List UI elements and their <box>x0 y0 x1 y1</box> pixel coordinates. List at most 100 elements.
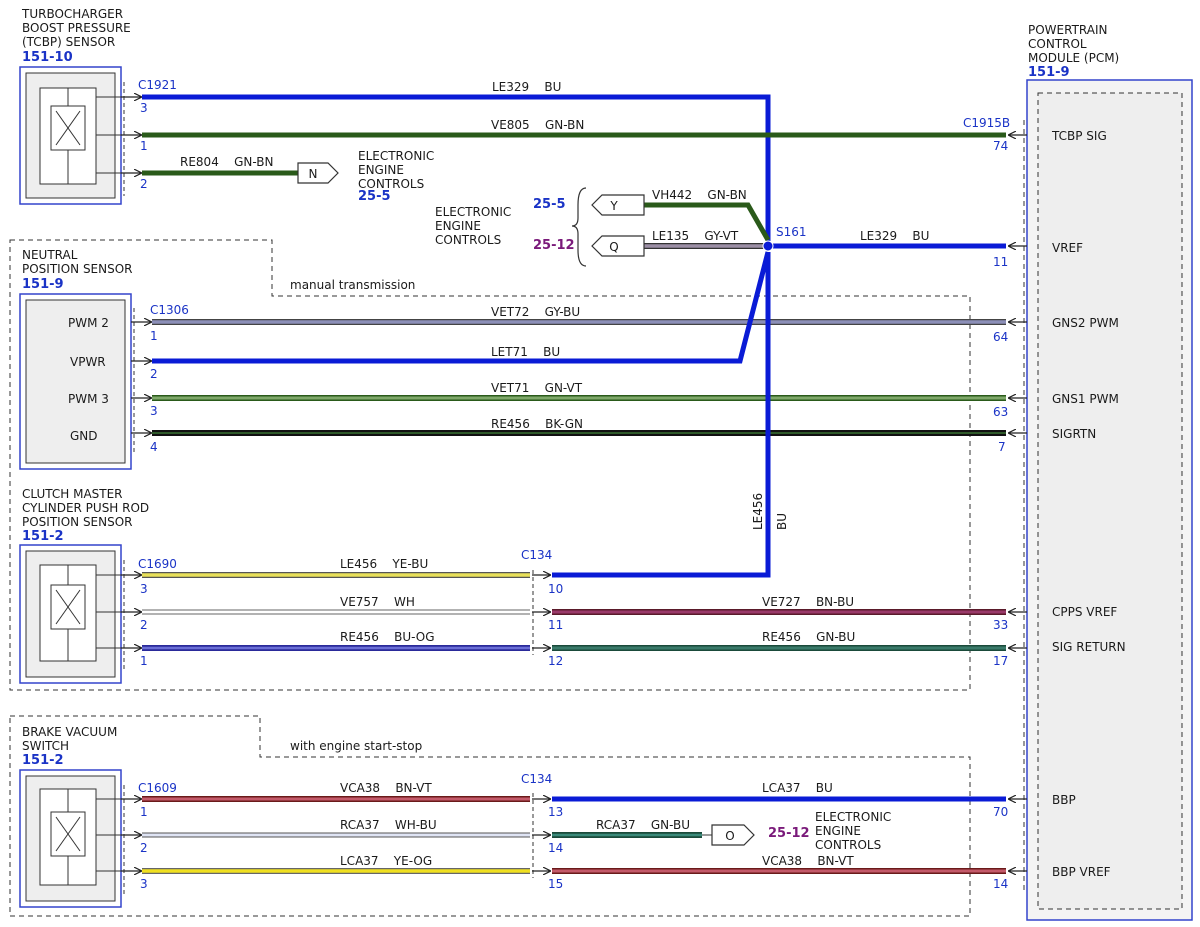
pcm-connector: C1915B <box>963 116 1010 130</box>
svg-text:15: 15 <box>548 877 563 891</box>
eec-label-3: 25-12 ELECTRONIC ENGINE CONTROLS <box>768 810 891 852</box>
pin-numbers: 3 1 2 74 11 1 2 3 4 64 63 7 3 2 1 10 11 … <box>140 101 1008 891</box>
cmc-name-1: CLUTCH MASTER <box>22 487 123 501</box>
svg-text:1: 1 <box>140 654 148 668</box>
nps-connector: C1306 <box>150 303 189 317</box>
svg-text:25-5: 25-5 <box>358 189 391 204</box>
svg-text:4: 4 <box>150 440 158 454</box>
pcm-pin-bbp: BBP <box>1052 793 1076 807</box>
svg-text:BU: BU <box>775 513 789 530</box>
brake-vacuum-switch: BRAKE VACUUM SWITCH 151-2 C1609 <box>19 725 177 908</box>
splice-label: S161 <box>776 225 807 239</box>
svg-text:CONTROLS: CONTROLS <box>815 838 881 852</box>
svg-text:63: 63 <box>993 405 1008 419</box>
pcm-pin-gns2-pwm: GNS2 PWM <box>1052 316 1119 330</box>
svg-text:10: 10 <box>548 582 563 596</box>
svg-text:ELECTRONIC: ELECTRONIC <box>815 810 891 824</box>
pcm-name-2: CONTROL <box>1028 37 1087 51</box>
svg-text:ENGINE: ENGINE <box>358 163 404 177</box>
svg-text:64: 64 <box>993 330 1008 344</box>
pcm-name-3: MODULE (PCM) <box>1028 51 1119 65</box>
tcbp-name-1: TURBOCHARGER <box>21 7 123 21</box>
svg-text:LE456 YE-BU: LE456 YE-BU <box>340 557 428 571</box>
splice-s161 <box>762 240 774 252</box>
nps-pin-vpwr: VPWR <box>70 355 106 369</box>
svg-text:RE456 BK-GN: RE456 BK-GN <box>491 417 583 431</box>
cmc-ref: 151-2 <box>22 529 64 544</box>
svg-text:LE329 BU: LE329 BU <box>492 80 561 94</box>
svg-text:ENGINE: ENGINE <box>815 824 861 838</box>
eec-label-2: ELECTRONIC ENGINE CONTROLS 25-5 25-12 <box>435 197 575 253</box>
svg-text:VE805 GN-BN: VE805 GN-BN <box>491 118 584 132</box>
svg-text:O: O <box>725 829 734 843</box>
svg-text:11: 11 <box>993 255 1008 269</box>
brace <box>571 187 587 267</box>
svg-text:LE135 GY-VT: LE135 GY-VT <box>652 229 739 243</box>
pcm-name-1: POWERTRAIN <box>1028 23 1108 37</box>
svg-text:N: N <box>309 167 318 181</box>
svg-text:2: 2 <box>140 618 148 632</box>
svg-text:14: 14 <box>548 841 563 855</box>
pcm-pin-vref: VREF <box>1052 241 1083 255</box>
cmc-name-3: POSITION SENSOR <box>22 515 133 529</box>
svg-text:LCA37 BU: LCA37 BU <box>762 781 833 795</box>
wiring-diagram: manual transmission with engine start-st… <box>9 7 1193 921</box>
nps-pin-gnd: GND <box>70 429 98 443</box>
svg-text:VCA38 BN-VT: VCA38 BN-VT <box>762 854 854 868</box>
svg-text:LET71 BU: LET71 BU <box>491 345 560 359</box>
svg-text:1: 1 <box>140 805 148 819</box>
bvs-name-1: BRAKE VACUUM <box>22 725 117 739</box>
svg-text:70: 70 <box>993 805 1008 819</box>
flag-q: Q <box>591 235 645 257</box>
svg-text:VE757 WH: VE757 WH <box>340 595 415 609</box>
start-stop-label: with engine start-stop <box>290 739 422 753</box>
nps-name-2: POSITION SENSOR <box>22 262 133 276</box>
svg-text:14: 14 <box>993 877 1008 891</box>
svg-text:1: 1 <box>140 139 148 153</box>
svg-text:2: 2 <box>140 177 148 191</box>
svg-text:25-12: 25-12 <box>533 238 575 253</box>
flag-n: N <box>297 162 339 184</box>
svg-text:VET72 GY-BU: VET72 GY-BU <box>491 305 580 319</box>
svg-text:LCA37 YE-OG: LCA37 YE-OG <box>340 854 432 868</box>
tcbp-name-3: (TCBP) SENSOR <box>22 35 115 49</box>
pcm-ref: 151-9 <box>1028 65 1070 80</box>
bvs-connector: C1609 <box>138 781 177 795</box>
svg-text:7: 7 <box>998 440 1006 454</box>
svg-text:ENGINE: ENGINE <box>435 219 481 233</box>
pcm-module: POWERTRAIN CONTROL MODULE (PCM) 151-9 C1… <box>963 23 1193 921</box>
pcm-pin-cpps-vref: CPPS VREF <box>1052 605 1117 619</box>
svg-text:Y: Y <box>609 199 618 213</box>
svg-text:RE456 BU-OG: RE456 BU-OG <box>340 630 435 644</box>
svg-text:33: 33 <box>993 618 1008 632</box>
pcm-pin-sig-return: SIG RETURN <box>1052 640 1126 654</box>
svg-text:3: 3 <box>140 101 148 115</box>
wire-let71 <box>152 251 771 364</box>
pcm-pin-bbp-vref: BBP VREF <box>1052 865 1111 879</box>
svg-text:RE804 GN-BN: RE804 GN-BN <box>180 155 273 169</box>
svg-text:Q: Q <box>609 240 618 254</box>
bvs-ref: 151-2 <box>22 753 64 768</box>
svg-text:ELECTRONIC: ELECTRONIC <box>435 205 511 219</box>
svg-text:17: 17 <box>993 654 1008 668</box>
svg-text:25-12: 25-12 <box>768 826 810 841</box>
eec-label-1: ELECTRONIC ENGINE CONTROLS 25-5 <box>358 149 434 204</box>
flag-o: O <box>711 824 755 846</box>
pcm-pin-sigrtn: SIGRTN <box>1052 427 1096 441</box>
svg-text:ELECTRONIC: ELECTRONIC <box>358 149 434 163</box>
svg-text:12: 12 <box>548 654 563 668</box>
svg-text:3: 3 <box>150 404 158 418</box>
flag-y: Y <box>591 194 645 216</box>
nps-ref: 151-9 <box>22 277 64 292</box>
svg-text:1: 1 <box>150 329 158 343</box>
pcm-pin-gns1-pwm: GNS1 PWM <box>1052 392 1119 406</box>
tcbp-name-2: BOOST PRESSURE <box>22 21 131 35</box>
pin-arrows <box>121 97 1027 871</box>
svg-text:VE727 BN-BU: VE727 BN-BU <box>762 595 854 609</box>
svg-text:3: 3 <box>140 877 148 891</box>
svg-text:74: 74 <box>993 139 1008 153</box>
svg-text:VH442 GN-BN: VH442 GN-BN <box>652 188 747 202</box>
svg-text:13: 13 <box>548 805 563 819</box>
tcbp-connector: C1921 <box>138 78 177 92</box>
bvs-name-2: SWITCH <box>22 739 69 753</box>
